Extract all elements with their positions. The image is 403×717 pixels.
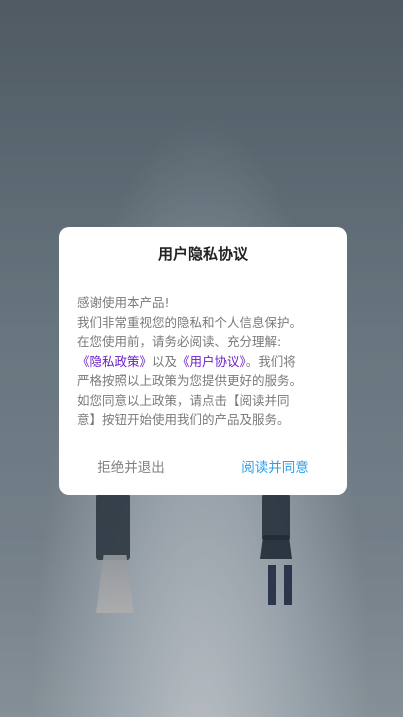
privacy-policy-link[interactable]: 《隐私政策》 [77, 354, 152, 369]
user-agreement-link[interactable]: 《用户协议》 [177, 354, 246, 369]
privacy-agreement-dialog: 用户隐私协议 感谢使用本产品! 我们非常重视您的隐私和个人信息保护。 在您使用前… [59, 227, 347, 495]
body-line: 在您使用前，请务必阅读、充分理解: [77, 334, 282, 349]
read-agree-button[interactable]: 阅读并同意 [203, 457, 347, 479]
greeting-text: 感谢使用本产品! [77, 295, 170, 310]
dialog-body: 感谢使用本产品! 我们非常重视您的隐私和个人信息保护。 在您使用前，请务必阅读、… [77, 293, 329, 430]
app-screen: 用户隐私协议 感谢使用本产品! 我们非常重视您的隐私和个人信息保护。 在您使用前… [0, 0, 403, 717]
dialog-title: 用户隐私协议 [157, 245, 248, 263]
dialog-actions: 拒绝并退出 阅读并同意 [59, 457, 347, 479]
body-line: 意】按钮开始使用我们的产品及服务。 [77, 412, 290, 427]
body-line: 严格按照以上政策为您提供更好的服务。 [77, 373, 303, 388]
body-line-links: 《隐私政策》以及《用户协议》。我们将 [77, 352, 329, 372]
connector-text: 以及 [152, 353, 178, 369]
body-line: 如您同意以上政策，请点击【阅读并同 [77, 392, 290, 408]
body-line-tail: 。我们将 [245, 353, 296, 369]
reject-exit-button[interactable]: 拒绝并退出 [59, 457, 203, 479]
body-line: 我们非常重视您的隐私和个人信息保护。 [77, 314, 303, 330]
